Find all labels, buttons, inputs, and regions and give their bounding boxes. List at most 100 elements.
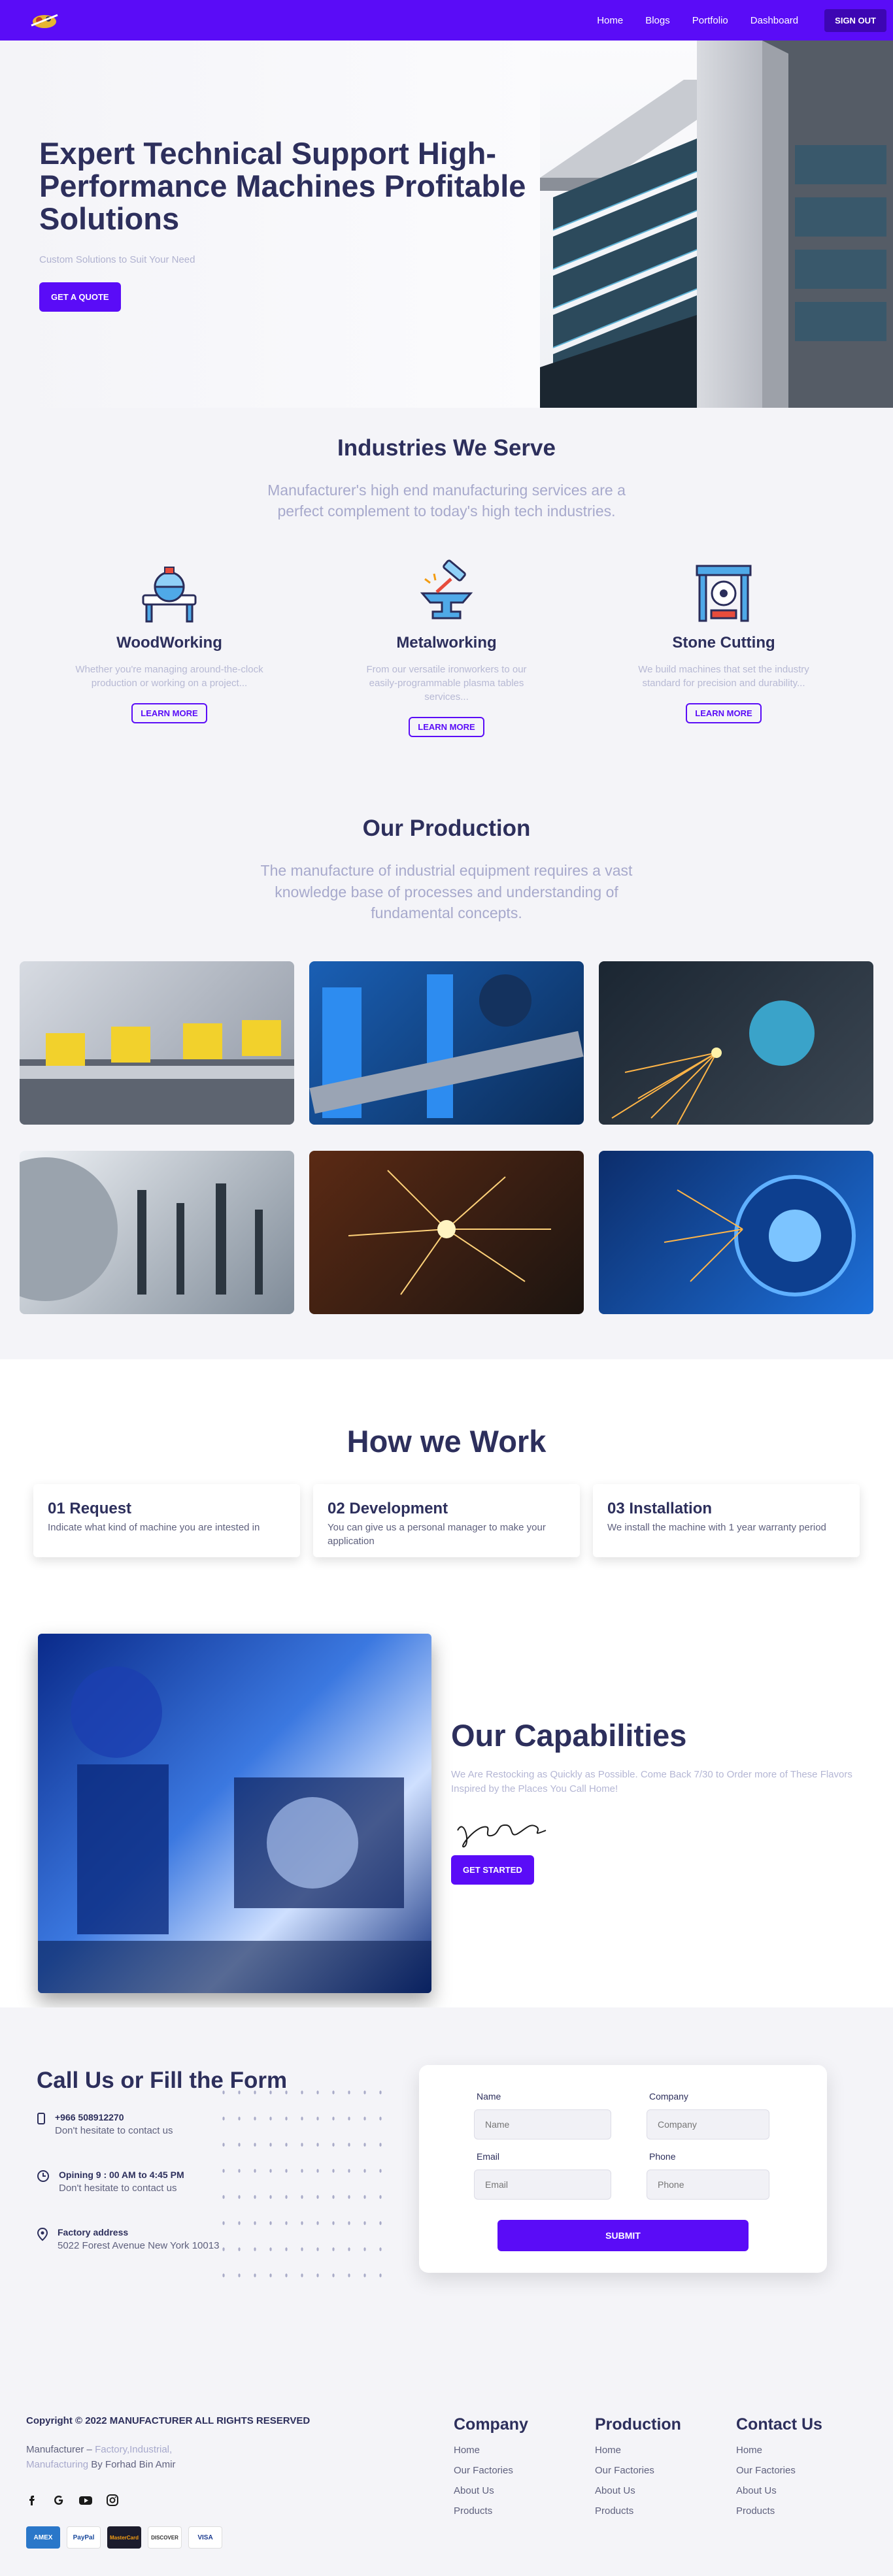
how-title: How we Work — [346, 1424, 547, 1459]
footer: Copyright © 2022 MANUFACTURER ALL RIGHTS… — [0, 2375, 893, 2576]
industry-card-woodworking: WoodWorking Whether you're managing arou… — [31, 559, 308, 737]
footer-link[interactable]: Home — [454, 2445, 528, 2456]
nav-home-link[interactable]: Home — [597, 15, 623, 26]
email-input[interactable] — [474, 2170, 611, 2200]
email-label: Email — [477, 2151, 500, 2162]
instagram-icon[interactable] — [106, 2494, 119, 2510]
process-card-installation: 03 Installation We install the machine w… — [593, 1484, 860, 1557]
hero-title: Expert Technical Support High-Performanc… — [39, 136, 526, 236]
footer-link[interactable]: Home — [736, 2445, 822, 2456]
production-title: Our Production — [362, 816, 531, 842]
footer-link[interactable]: Our Factories — [454, 2465, 528, 2476]
process-card-text: Indicate what kind of machine you are in… — [48, 1522, 260, 1533]
contact-hours-title: Opining 9 : 00 AM to 4:45 PM — [59, 2170, 184, 2180]
dot-pattern — [216, 2079, 392, 2288]
industry-card-metalworking: Metalworking From our versatile ironwork… — [308, 559, 585, 738]
production-gallery — [0, 961, 893, 1314]
contact-section: Call Us or Fill the Form +966 508912270 D… — [0, 2007, 893, 2375]
contact-hours: Opining 9 : 00 AM to 4:45 PM Don't hesita… — [37, 2170, 184, 2194]
footer-column-title: Production — [595, 2415, 681, 2434]
footer-column-contact: Contact Us Home Our Factories About Us P… — [736, 2415, 822, 2517]
paypal-icon: PayPal — [67, 2526, 101, 2549]
production-image[interactable] — [309, 1150, 584, 1314]
production-image[interactable] — [20, 1150, 294, 1314]
how-we-work-section: How we Work 01 Request Indicate what kin… — [0, 1359, 893, 2007]
industry-card-stone-cutting: Stone Cutting We build machines that set… — [585, 559, 862, 737]
footer-link[interactable]: Products — [454, 2505, 528, 2517]
get-started-button[interactable]: GET STARTED — [451, 1855, 534, 1885]
industry-title: WoodWorking — [116, 634, 222, 652]
footer-column-title: Contact Us — [736, 2415, 822, 2434]
industry-title: Stone Cutting — [672, 634, 775, 652]
industries-section: Industries We Serve Manufacturer's high … — [0, 408, 893, 1359]
contact-phone: +966 508912270 Don't hesitate to contact … — [37, 2112, 173, 2136]
hero-building-image — [540, 41, 893, 408]
contact-hours-text: Don't hesitate to contact us — [59, 2183, 177, 2194]
learn-more-button[interactable]: LEARN MORE — [131, 703, 207, 724]
industry-text: From our versatile ironworkers to our ea… — [366, 664, 527, 703]
footer-link[interactable]: Our Factories — [736, 2465, 822, 2476]
footer-link[interactable]: About Us — [454, 2485, 528, 2496]
footer-link[interactable]: Products — [736, 2505, 822, 2517]
footer-link[interactable]: Our Factories — [595, 2465, 681, 2476]
contact-address-text: 5022 Forest Avenue New York 10013 — [58, 2240, 220, 2251]
phone-input[interactable] — [647, 2170, 769, 2200]
footer-link[interactable]: About Us — [595, 2485, 681, 2496]
discover-icon: DISCOVER — [148, 2526, 182, 2549]
top-navbar: Home Blogs Portfolio Dashboard SIGN OUT — [0, 0, 893, 41]
production-subtitle: The manufacture of industrial equipment … — [260, 862, 633, 921]
footer-column-title: Company — [454, 2415, 528, 2434]
sign-out-button[interactable]: SIGN OUT — [824, 8, 886, 32]
process-card-request: 01 Request Indicate what kind of machine… — [33, 1484, 300, 1557]
industries-title: Industries We Serve — [337, 435, 556, 461]
production-image[interactable] — [309, 961, 584, 1125]
footer-link[interactable]: Home — [595, 2445, 681, 2456]
youtube-icon[interactable] — [78, 2494, 93, 2510]
industry-title: Metalworking — [396, 634, 497, 652]
google-icon[interactable] — [52, 2494, 65, 2510]
process-card-text: You can give us a personal manager to ma… — [328, 1522, 546, 1547]
contact-address: Factory address 5022 Forest Avenue New Yo… — [37, 2227, 219, 2251]
get-quote-button[interactable]: GET A QUOTE — [39, 282, 121, 312]
phone-icon — [37, 2112, 46, 2136]
footer-link[interactable]: About Us — [736, 2485, 822, 2496]
name-input[interactable] — [474, 2109, 611, 2139]
learn-more-button[interactable]: LEARN MORE — [409, 717, 484, 738]
nav-portfolio-link[interactable]: Portfolio — [692, 15, 728, 26]
footer-link[interactable]: Products — [595, 2505, 681, 2517]
learn-more-button[interactable]: LEARN MORE — [686, 703, 762, 724]
process-card-title: 03 Installation — [607, 1500, 713, 1517]
hero-section: Expert Technical Support High-Performanc… — [0, 0, 893, 408]
payment-methods: AMEX PayPal MasterCard DISCOVER VISA — [26, 2526, 222, 2549]
capabilities-image — [38, 1634, 431, 1993]
nav-dashboard-link[interactable]: Dashboard — [750, 15, 798, 26]
footer-column-production: Production Home Our Factories About Us P… — [595, 2415, 681, 2517]
location-pin-icon — [37, 2227, 48, 2251]
mastercard-icon: MasterCard — [107, 2526, 141, 2549]
brand-logo[interactable] — [26, 8, 63, 32]
submit-button[interactable]: SUBMIT — [497, 2220, 749, 2251]
phone-label: Phone — [649, 2151, 676, 2162]
production-image[interactable] — [599, 961, 873, 1125]
company-label: Company — [649, 2091, 688, 2102]
capabilities-text: We Are Restocking as Quickly as Possible… — [451, 1769, 852, 1794]
saw-icon — [133, 559, 205, 625]
process-card-title: 01 Request — [48, 1500, 132, 1517]
process-card-title: 02 Development — [328, 1500, 448, 1517]
production-image[interactable] — [20, 961, 294, 1125]
process-card-development: 02 Development You can give us a persona… — [313, 1484, 580, 1557]
capabilities-section: Our Capabilities We Are Restocking as Qu… — [0, 1634, 893, 2006]
credit-prefix: Manufacturer — [26, 2444, 84, 2455]
credit-author: By Forhad Bin Amir — [91, 2458, 176, 2470]
production-image[interactable] — [599, 1150, 873, 1314]
name-label: Name — [477, 2091, 501, 2102]
process-card-text: We install the machine with 1 year warra… — [607, 1522, 826, 1533]
facebook-icon[interactable] — [26, 2494, 39, 2510]
industry-text: Whether you're managing around-the-clock… — [75, 664, 263, 689]
visa-icon: VISA — [188, 2526, 222, 2549]
nav-blogs-link[interactable]: Blogs — [645, 15, 670, 26]
company-input[interactable] — [647, 2109, 769, 2139]
contact-form: Name Company Email Phone SUBMIT — [419, 2065, 827, 2273]
signature-image — [451, 1811, 549, 1850]
contact-phone-text: Don't hesitate to contact us — [55, 2125, 173, 2136]
